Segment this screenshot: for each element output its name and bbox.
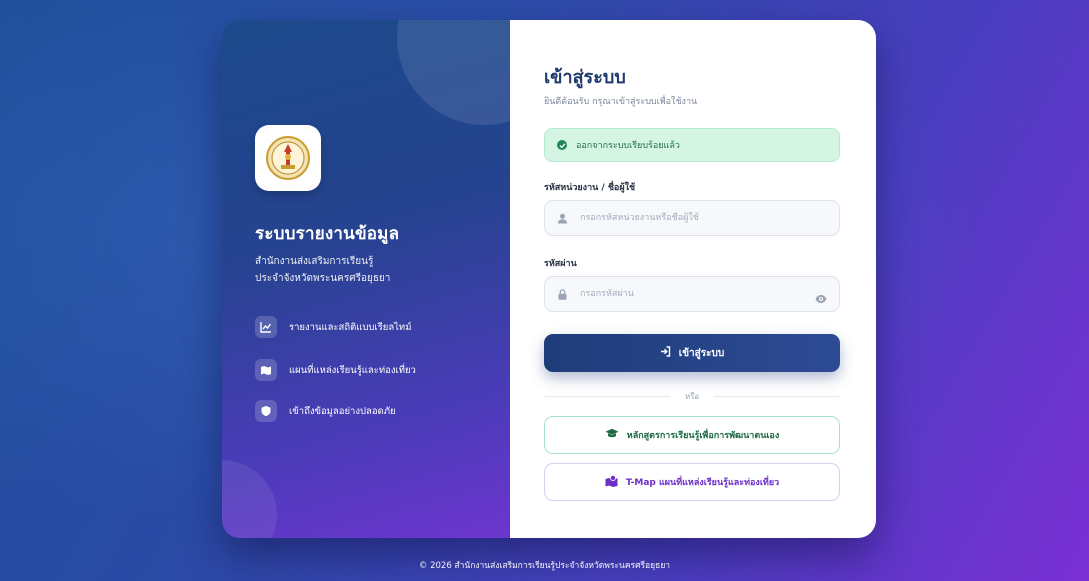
tmap-button-label: T-Map แผนที่แหล่งเรียนรู้และท่องเที่ยว [625, 478, 780, 488]
feature-label: แผนที่แหล่งเรียนรู้และท่องเที่ยว [289, 364, 416, 376]
course-button-label: หลักสูตรการเรียนรู้เพื่อการพัฒนาตนเอง [626, 431, 780, 441]
feature-label: เข้าถึงข้อมูลอย่างปลอดภัย [289, 405, 396, 417]
graduation-cap-icon [605, 428, 619, 442]
login-title: เข้าสู่ระบบ [544, 67, 626, 88]
lock-icon [557, 285, 568, 304]
system-title: ระบบรายงานข้อมูล [255, 224, 400, 244]
or-divider: หรือ [544, 390, 840, 402]
login-card: ระบบรายงานข้อมูล สำนักงานส่งเสริมการเรีย… [222, 20, 876, 538]
chart-line-icon [255, 316, 277, 338]
organization-logo [255, 125, 321, 191]
footer-copyright: © 2026 สำนักงานส่งเสริมการเรียนรู้ประจำจ… [418, 561, 671, 571]
map-location-icon [605, 474, 618, 490]
login-form-panel: เข้าสู่ระบบ ยินดีต้อนรับ กรุณาเข้าสู่ระบ… [510, 20, 876, 538]
organization-name-line1: สำนักงานส่งเสริมการเรียนรู้ [255, 256, 374, 267]
alert-text: ออกจากระบบเรียบร้อยแล้ว [576, 141, 680, 151]
feature-label: รายงานและสถิติแบบเรียลไทม์ [289, 321, 412, 333]
emblem-icon [266, 136, 310, 180]
brand-panel: ระบบรายงานข้อมูล สำนักงานส่งเสริมการเรีย… [222, 20, 510, 538]
username-field[interactable] [544, 200, 840, 236]
password-input[interactable] [578, 288, 802, 300]
password-field[interactable] [544, 276, 840, 312]
organization-name: สำนักงานส่งเสริมการเรียนรู้ ประจำจังหวัด… [255, 253, 390, 287]
feature-item-map: แผนที่แหล่งเรียนรู้และท่องเที่ยว [255, 359, 416, 381]
login-submit-label: เข้าสู่ระบบ [678, 347, 725, 359]
username-input[interactable] [578, 212, 802, 224]
check-circle-icon [557, 140, 567, 150]
decorative-bubble [222, 460, 277, 538]
feature-item-security: เข้าถึงข้อมูลอย่างปลอดภัย [255, 400, 396, 422]
organization-name-line2: ประจำจังหวัดพระนครศรีอยุธยา [255, 273, 391, 284]
decorative-bubble [397, 20, 510, 125]
shield-icon [255, 400, 277, 422]
divider-line [714, 396, 840, 397]
login-submit-button[interactable]: เข้าสู่ระบบ [544, 334, 840, 372]
password-label: รหัสผ่าน [544, 259, 577, 269]
map-icon [255, 359, 277, 381]
sign-in-icon [660, 346, 671, 360]
login-subtitle: ยินดีต้อนรับ กรุณาเข้าสู่ระบบเพื่อใช้งาน [544, 97, 698, 107]
show-password-eye-icon[interactable] [815, 289, 827, 308]
user-icon [557, 209, 568, 228]
logout-success-alert: ออกจากระบบเรียบร้อยแล้ว [544, 128, 840, 162]
username-label: รหัสหน่วยงาน / ชื่อผู้ใช้ [544, 183, 636, 193]
feature-item-reports: รายงานและสถิติแบบเรียลไทม์ [255, 316, 411, 338]
tmap-button[interactable]: T-Map แผนที่แหล่งเรียนรู้และท่องเที่ยว [544, 463, 840, 501]
self-development-course-button[interactable]: หลักสูตรการเรียนรู้เพื่อการพัฒนาตนเอง [544, 416, 840, 454]
